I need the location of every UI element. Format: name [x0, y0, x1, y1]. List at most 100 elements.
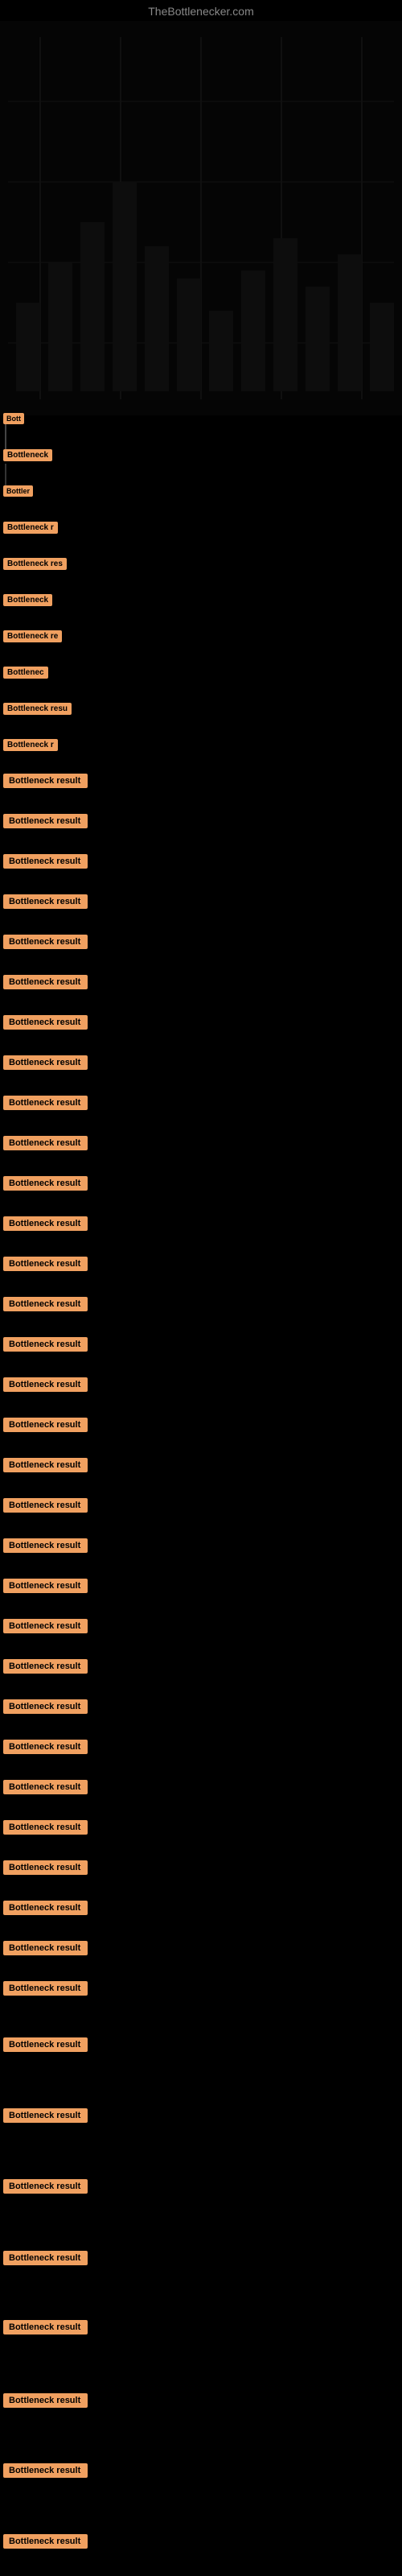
bottleneck-item-38[interactable]: Bottleneck result	[3, 1538, 88, 1553]
bottleneck-item-13[interactable]: Bottleneck result	[3, 853, 88, 869]
bottleneck-item-41[interactable]: Bottleneck result	[3, 1658, 88, 1674]
bottleneck-item-9[interactable]: Bottleneck resu	[3, 700, 72, 715]
bottleneck-badge-44: Bottleneck result	[3, 1780, 88, 1794]
bottleneck-badge-18: Bottleneck result	[3, 1055, 88, 1070]
bottleneck-badge-30: Bottleneck result	[3, 2320, 88, 2334]
bottleneck-item-28[interactable]: Bottleneck result	[3, 2178, 88, 2194]
bottleneck-item-2[interactable]: Bottleneck	[3, 447, 52, 461]
bottleneck-badge-11: Bottleneck result	[3, 774, 88, 788]
bottleneck-badge-24: Bottleneck result	[3, 1297, 88, 1311]
bottleneck-item-44[interactable]: Bottleneck result	[3, 1779, 88, 1794]
bottleneck-badge-47: Bottleneck result	[3, 1901, 88, 1915]
bottleneck-item-4[interactable]: Bottleneck r	[3, 519, 58, 534]
bottleneck-item-40[interactable]: Bottleneck result	[3, 1618, 88, 1633]
bottleneck-badge-16: Bottleneck result	[3, 975, 88, 989]
bottleneck-badge-46: Bottleneck result	[3, 1860, 88, 1875]
bottleneck-badge-15: Bottleneck result	[3, 935, 88, 949]
bottleneck-item-29[interactable]: Bottleneck result	[3, 2250, 88, 2265]
bottleneck-item-17[interactable]: Bottleneck result	[3, 1014, 88, 1030]
bottleneck-item-15[interactable]: Bottleneck result	[3, 934, 88, 949]
bottleneck-item-10[interactable]: Bottleneck r	[3, 737, 58, 751]
bottleneck-item-45[interactable]: Bottleneck result	[3, 1819, 88, 1835]
bottleneck-item-23[interactable]: Bottleneck result	[3, 1256, 88, 1271]
bottleneck-item-11[interactable]: Bottleneck result	[3, 773, 88, 788]
bottleneck-badge-14: Bottleneck result	[3, 894, 88, 909]
chart-area	[0, 21, 402, 415]
bottleneck-badge-13: Bottleneck result	[3, 854, 88, 869]
bottleneck-item-26[interactable]: Bottleneck result	[3, 2037, 88, 2052]
bottleneck-badge-49: Bottleneck result	[3, 1981, 88, 1996]
bottleneck-item-16[interactable]: Bottleneck result	[3, 974, 88, 989]
bottleneck-badge-2: Bottleneck	[3, 449, 52, 461]
bottleneck-item-21[interactable]: Bottleneck result	[3, 1175, 88, 1191]
bottleneck-badge-3: Bottler	[3, 485, 33, 497]
bottleneck-item-32[interactable]: Bottleneck result	[3, 2462, 88, 2478]
bottleneck-item-25[interactable]: Bottleneck result	[3, 1336, 88, 1352]
bottleneck-badge-40: Bottleneck result	[3, 1619, 88, 1633]
bottleneck-badge-12: Bottleneck result	[3, 814, 88, 828]
bottleneck-item-31[interactable]: Bottleneck result	[3, 2392, 88, 2408]
bottleneck-item-1[interactable]: Bott	[3, 411, 24, 425]
bottleneck-badge-39: Bottleneck result	[3, 1579, 88, 1593]
bottleneck-item-6[interactable]: Bottleneck	[3, 592, 52, 606]
bottleneck-item-14[interactable]: Bottleneck result	[3, 894, 88, 909]
bottleneck-badge-45: Bottleneck result	[3, 1820, 88, 1835]
site-header: TheBottlenecker.com	[0, 0, 402, 21]
bottleneck-item-39[interactable]: Bottleneck result	[3, 1578, 88, 1593]
bottleneck-badge-9: Bottleneck resu	[3, 703, 72, 715]
bottleneck-item-22[interactable]: Bottleneck result	[3, 1216, 88, 1231]
bottleneck-item-24[interactable]: Bottleneck result	[3, 1296, 88, 1311]
bottleneck-badge-19: Bottleneck result	[3, 1096, 88, 1110]
bottleneck-item-48[interactable]: Bottleneck result	[3, 1940, 88, 1955]
bottleneck-badge-27: Bottleneck result	[3, 2108, 88, 2123]
bottleneck-item-35[interactable]: Bottleneck result	[3, 1417, 88, 1432]
bottleneck-badge-26: Bottleneck result	[3, 2037, 88, 2052]
bottleneck-item-27[interactable]: Bottleneck result	[3, 2107, 88, 2123]
bottleneck-badge-34: Bottleneck result	[3, 1377, 88, 1392]
bottleneck-badge-5: Bottleneck res	[3, 558, 67, 570]
bottleneck-item-3[interactable]: Bottler	[3, 483, 33, 497]
bottleneck-badge-22: Bottleneck result	[3, 1216, 88, 1231]
bottleneck-badge-33: Bottleneck result	[3, 2534, 88, 2549]
bottleneck-item-46[interactable]: Bottleneck result	[3, 1860, 88, 1875]
bottleneck-item-5[interactable]: Bottleneck res	[3, 555, 67, 570]
bottleneck-item-8[interactable]: Bottlenec	[3, 664, 48, 679]
bottleneck-badge-29: Bottleneck result	[3, 2251, 88, 2265]
bottleneck-badge-10: Bottleneck r	[3, 739, 58, 751]
bottleneck-item-18[interactable]: Bottleneck result	[3, 1055, 88, 1070]
bottleneck-badge-37: Bottleneck result	[3, 1498, 88, 1513]
bottleneck-badge-20: Bottleneck result	[3, 1136, 88, 1150]
bottleneck-badge-41: Bottleneck result	[3, 1659, 88, 1674]
bottleneck-badge-23: Bottleneck result	[3, 1257, 88, 1271]
bottleneck-badge-28: Bottleneck result	[3, 2179, 88, 2194]
bottleneck-badge-36: Bottleneck result	[3, 1458, 88, 1472]
bottleneck-item-30[interactable]: Bottleneck result	[3, 2319, 88, 2334]
bottleneck-badge-31: Bottleneck result	[3, 2393, 88, 2408]
bottleneck-item-12[interactable]: Bottleneck result	[3, 813, 88, 828]
bottleneck-item-42[interactable]: Bottleneck result	[3, 1699, 88, 1714]
bottleneck-item-19[interactable]: Bottleneck result	[3, 1095, 88, 1110]
bottleneck-item-34[interactable]: Bottleneck result	[3, 1377, 88, 1392]
bottleneck-badge-25: Bottleneck result	[3, 1337, 88, 1352]
bottleneck-item-33[interactable]: Bottleneck result	[3, 2533, 88, 2549]
bottleneck-badge-21: Bottleneck result	[3, 1176, 88, 1191]
bottleneck-badge-43: Bottleneck result	[3, 1740, 88, 1754]
bottleneck-item-43[interactable]: Bottleneck result	[3, 1739, 88, 1754]
bottleneck-badge-7: Bottleneck re	[3, 630, 62, 642]
bottleneck-badge-8: Bottlenec	[3, 667, 48, 679]
bottleneck-badge-48: Bottleneck result	[3, 1941, 88, 1955]
page-wrapper: TheBottlenecker.com	[0, 0, 402, 2576]
bottleneck-badge-42: Bottleneck result	[3, 1699, 88, 1714]
bottleneck-item-37[interactable]: Bottleneck result	[3, 1497, 88, 1513]
bottleneck-item-7[interactable]: Bottleneck re	[3, 628, 62, 642]
bottleneck-item-20[interactable]: Bottleneck result	[3, 1135, 88, 1150]
bottleneck-item-49[interactable]: Bottleneck result	[3, 1980, 88, 1996]
bottleneck-badge-35: Bottleneck result	[3, 1418, 88, 1432]
bottleneck-item-36[interactable]: Bottleneck result	[3, 1457, 88, 1472]
bottleneck-badge-6: Bottleneck	[3, 594, 52, 606]
chart-svg	[0, 21, 402, 415]
bottleneck-item-47[interactable]: Bottleneck result	[3, 1900, 88, 1915]
bottleneck-badge-38: Bottleneck result	[3, 1538, 88, 1553]
bottleneck-badge-32: Bottleneck result	[3, 2463, 88, 2478]
bottleneck-badge-17: Bottleneck result	[3, 1015, 88, 1030]
